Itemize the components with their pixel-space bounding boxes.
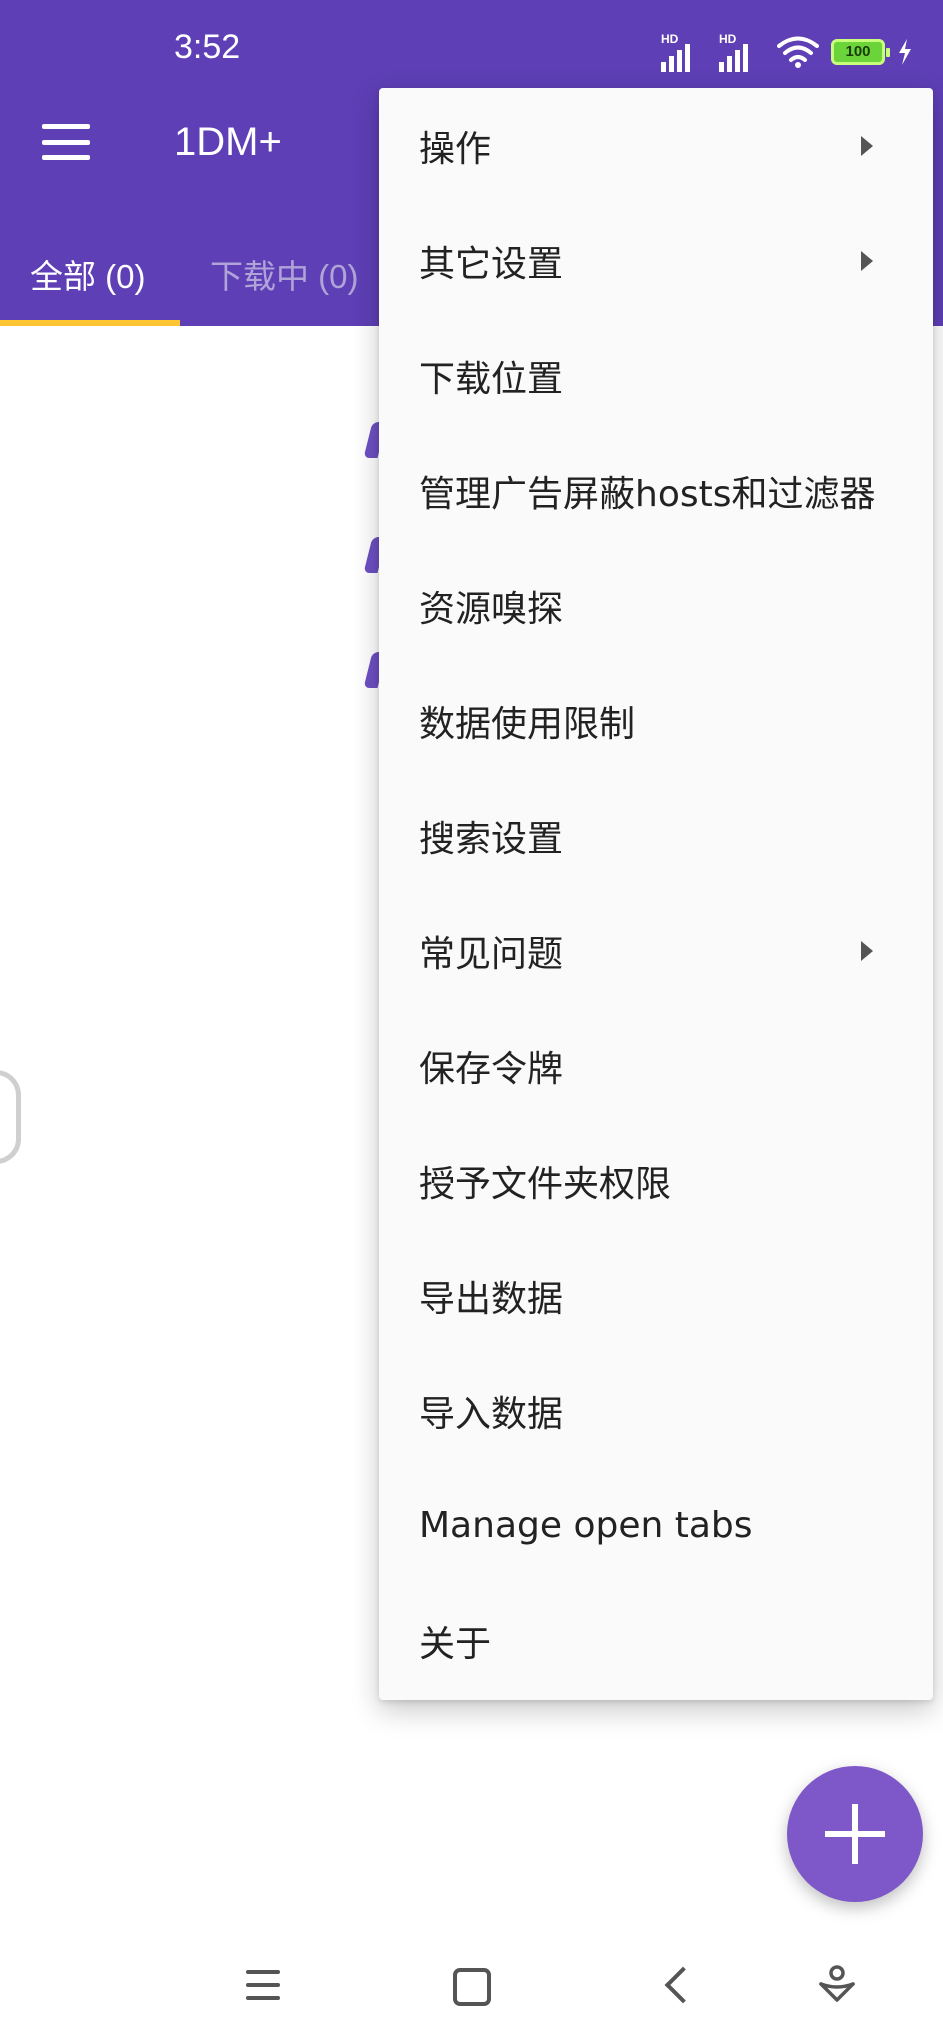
menu-item-label: Manage open tabs [419,1505,753,1546]
tab-indicator [0,320,180,326]
menu-item-search-settings[interactable]: 搜索设置 [379,778,933,893]
back-icon[interactable] [664,1966,702,2004]
battery-icon: 100 [831,39,890,65]
status-icons: HD HD 100 [661,30,913,74]
edge-swipe-handle[interactable] [0,1070,21,1164]
menu-item-download-location[interactable]: 下载位置 [379,318,933,433]
add-download-button[interactable] [787,1766,923,1902]
signal-icon-2: HD [719,32,765,72]
menu-item-label: 导入数据 [419,1393,564,1435]
menu-item-label: 保存令牌 [419,1048,564,1090]
app-title: 1DM+ [174,120,282,164]
menu-item-data-usage-limit[interactable]: 数据使用限制 [379,663,933,778]
tab-downloading[interactable]: 下载中 (0) [210,250,359,298]
submenu-arrow-icon [861,136,873,156]
submenu-arrow-icon [861,941,873,961]
menu-item-operations[interactable]: 操作 [379,88,933,203]
system-nav-bar [0,1940,943,2041]
menu-item-label: 操作 [419,128,492,170]
menu-item-about[interactable]: 关于 [379,1583,933,1698]
wifi-icon [777,36,819,68]
overflow-menu: 操作 其它设置 下载位置 管理广告屏蔽hosts和过滤器 资源嗅探 数据使用限制… [379,88,933,1700]
menu-item-import-data[interactable]: 导入数据 [379,1353,933,1468]
menu-item-label: 下载位置 [419,358,564,400]
menu-item-label: 关于 [419,1623,492,1665]
recents-menu-icon[interactable] [246,1970,280,2000]
menu-item-label: 其它设置 [419,243,564,285]
charging-icon [899,39,911,65]
menu-item-label: 常见问题 [419,933,564,975]
menu-item-label: 授予文件夹权限 [419,1163,672,1205]
assistant-icon[interactable] [818,1964,856,2004]
signal-icon: HD [661,32,707,72]
menu-item-save-token[interactable]: 保存令牌 [379,1008,933,1123]
submenu-arrow-icon [861,251,873,271]
menu-item-label: 搜索设置 [419,818,564,860]
menu-item-label: 管理广告屏蔽hosts和过滤器 [419,473,876,515]
home-icon[interactable] [453,1968,491,2006]
menu-item-faq[interactable]: 常见问题 [379,893,933,1008]
menu-item-label: 数据使用限制 [419,703,636,745]
menu-item-other-settings[interactable]: 其它设置 [379,203,933,318]
menu-item-resource-sniffer[interactable]: 资源嗅探 [379,548,933,663]
menu-item-label: 导出数据 [419,1278,564,1320]
status-time: 3:52 [174,28,241,66]
menu-item-label: 资源嗅探 [419,588,564,630]
menu-item-adblock-hosts[interactable]: 管理广告屏蔽hosts和过滤器 [379,433,933,548]
menu-item-export-data[interactable]: 导出数据 [379,1238,933,1353]
hamburger-menu-icon[interactable] [42,124,90,160]
menu-item-grant-folder-permission[interactable]: 授予文件夹权限 [379,1123,933,1238]
tab-all[interactable]: 全部 (0) [30,250,146,298]
menu-item-manage-open-tabs[interactable]: Manage open tabs [379,1468,933,1583]
